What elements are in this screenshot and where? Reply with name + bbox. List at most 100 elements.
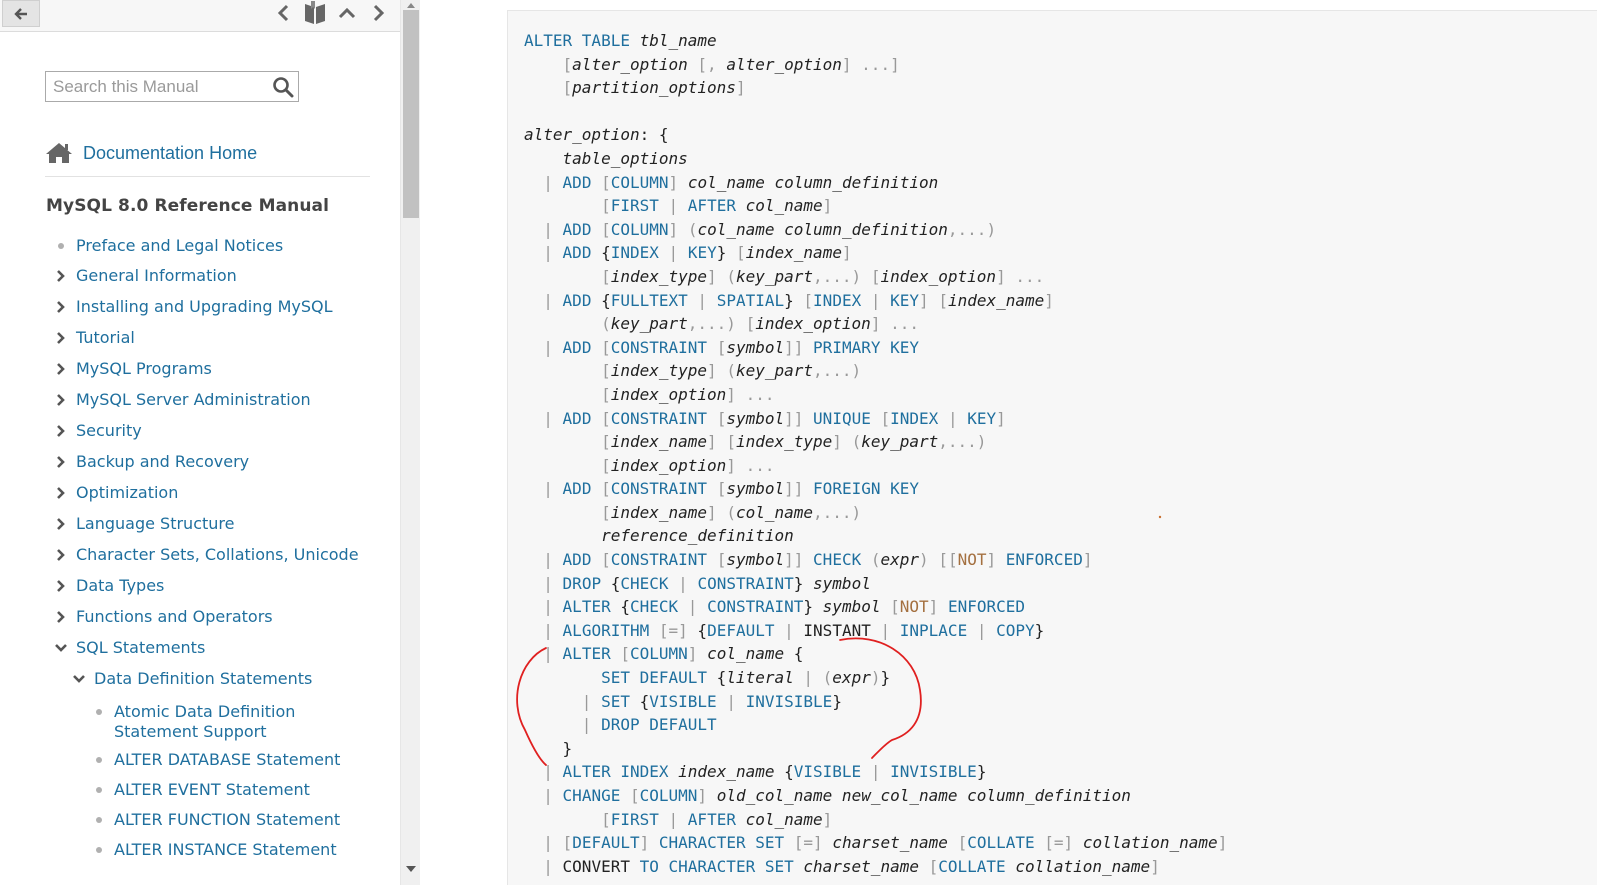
code-token: ] (668, 219, 679, 239)
home-icon (46, 143, 72, 163)
toc-item[interactable]: Installing and Upgrading MySQL (52, 297, 333, 317)
toc-item[interactable]: MySQL Server Administration (52, 390, 311, 410)
code-token: | (947, 408, 958, 428)
toc-item-label[interactable]: SQL Statements (76, 638, 205, 658)
scroll-down-arrow-icon (406, 866, 416, 872)
code-token: [ (601, 337, 611, 357)
previous-page-button[interactable] (270, 0, 296, 26)
code-token: ADD (562, 290, 592, 310)
code-token: ALTER (562, 597, 611, 617)
toc-item-label[interactable]: ALTER DATABASE Statement (114, 750, 340, 770)
toc-item[interactable]: Functions and Operators (52, 607, 273, 627)
search-icon[interactable] (272, 76, 294, 98)
toc-item-label[interactable]: ALTER EVENT Statement (114, 780, 310, 800)
up-level-button[interactable] (334, 0, 360, 26)
code-token: symbol (813, 573, 871, 593)
scrollbar-thumb[interactable] (403, 10, 419, 218)
toc-item-label[interactable]: Security (76, 421, 142, 441)
chevron-right-icon (57, 270, 65, 282)
toggle-icon[interactable] (52, 359, 70, 379)
documentation-home-link[interactable]: Documentation Home (45, 138, 257, 168)
code-token: index_option (610, 455, 727, 475)
code-token: index_name (745, 243, 842, 263)
code-token: ,...) (687, 314, 736, 334)
toc-item[interactable]: ALTER INSTANCE Statement (90, 840, 337, 860)
toggle-icon[interactable] (52, 483, 70, 503)
toc-item-label[interactable]: Backup and Recovery (76, 452, 249, 472)
toc-item[interactable]: Tutorial (52, 328, 135, 348)
toc-item-label[interactable]: Data Types (76, 576, 164, 596)
toc-item-label[interactable]: Optimization (76, 483, 178, 503)
toc-item[interactable]: Optimization (52, 483, 178, 503)
toc-item[interactable]: Data Types (52, 576, 164, 596)
code-line: | ADD [CONSTRAINT [symbol]] CHECK (expr)… (524, 548, 1227, 572)
toc-item[interactable]: Security (52, 421, 142, 441)
code-token: | (581, 691, 592, 711)
toggle-icon[interactable] (52, 266, 70, 286)
toc-item[interactable]: General Information (52, 266, 237, 286)
toggle-icon[interactable] (52, 297, 70, 317)
toc-item-label[interactable]: MySQL Server Administration (76, 390, 311, 410)
toggle-icon[interactable] (70, 669, 88, 689)
toc-item-label[interactable]: General Information (76, 266, 237, 286)
toc-item[interactable]: ALTER DATABASE Statement (90, 750, 340, 770)
toc-item-label[interactable]: MySQL Programs (76, 359, 212, 379)
code-token: ADD (562, 479, 592, 499)
chevron-right-icon (57, 611, 65, 623)
toggle-icon[interactable] (52, 452, 70, 472)
toc-item[interactable]: ALTER FUNCTION Statement (90, 810, 340, 830)
scroll-down-button[interactable] (401, 863, 421, 875)
toggle-icon[interactable] (52, 421, 70, 441)
code-token: ] (697, 786, 708, 805)
toggle-icon[interactable] (52, 328, 70, 348)
toggle-icon[interactable] (52, 514, 70, 534)
toc-item-label[interactable]: Tutorial (76, 328, 135, 348)
toc-item-label[interactable]: ALTER INSTANCE Statement (114, 840, 337, 860)
toggle-icon[interactable] (52, 390, 70, 410)
toc-item[interactable]: Data Definition Statements (70, 669, 312, 689)
toc-item-label[interactable]: ALTER FUNCTION Statement (114, 810, 340, 830)
toc-item[interactable]: ALTER EVENT Statement (90, 780, 310, 800)
toc-item[interactable]: MySQL Programs (52, 359, 212, 379)
toc-item-label[interactable]: Atomic Data Definition Statement Support (114, 702, 360, 742)
toc-item[interactable]: Language Structure (52, 514, 234, 534)
next-page-button[interactable] (366, 0, 392, 26)
toc-item-label[interactable]: Preface and Legal Notices (76, 236, 283, 256)
toc-item-label[interactable]: Language Structure (76, 514, 234, 534)
toggle-icon[interactable] (52, 576, 70, 596)
toc-item[interactable]: Backup and Recovery (52, 452, 249, 472)
sidebar-scrollbar[interactable] (400, 0, 420, 885)
toc-item-label[interactable]: Functions and Operators (76, 607, 273, 627)
toc-item-label[interactable]: Installing and Upgrading MySQL (76, 297, 333, 317)
code-token: { (687, 620, 708, 640)
toc-item[interactable]: Character Sets, Collations, Unicode (52, 545, 359, 565)
code-token: COLUMN (610, 172, 669, 192)
code-line: | [DEFAULT] CHARACTER SET [=] charset_na… (524, 831, 1227, 855)
code-token: | (803, 668, 814, 688)
scroll-up-button[interactable] (401, 0, 421, 10)
toc-item[interactable]: SQL Statements (52, 638, 205, 658)
code-token: [[ (938, 550, 958, 570)
search-input[interactable] (46, 72, 266, 101)
code-token: | (543, 337, 553, 357)
code-token: | (543, 597, 553, 617)
toggle-icon[interactable] (52, 607, 70, 627)
toc-item[interactable]: Preface and Legal Notices (52, 236, 283, 256)
toc-item-label[interactable]: Character Sets, Collations, Unicode (76, 545, 359, 565)
collapse-sidebar-button[interactable] (2, 0, 40, 27)
toggle-icon[interactable] (52, 545, 70, 565)
contents-button[interactable] (302, 0, 328, 26)
toc-item[interactable]: Atomic Data Definition Statement Support (90, 702, 360, 742)
toc-item-label[interactable]: Data Definition Statements (94, 669, 312, 689)
code-line: | DROP DEFAULT (524, 713, 1227, 737)
toggle-icon[interactable] (52, 638, 70, 658)
